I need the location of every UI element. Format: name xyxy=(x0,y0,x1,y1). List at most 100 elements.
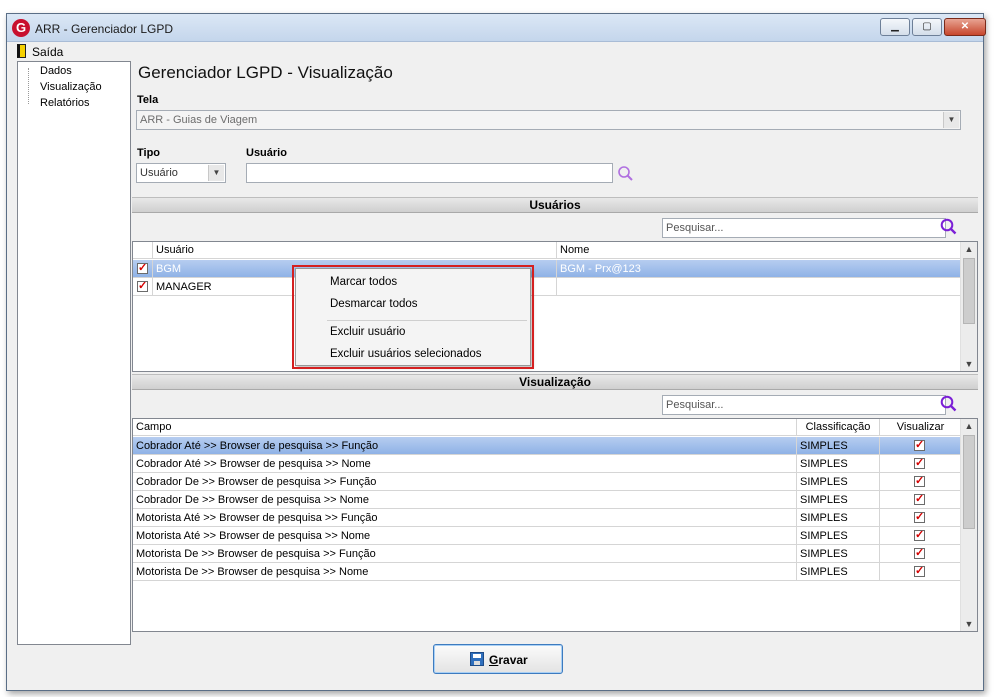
scroll-thumb[interactable] xyxy=(963,258,975,324)
chevron-down-icon[interactable]: ▼ xyxy=(208,165,224,181)
view-grid-scrollbar[interactable]: ▲ ▼ xyxy=(960,419,977,631)
users-grid-scrollbar[interactable]: ▲ ▼ xyxy=(960,242,977,371)
menu-item-excluir-selecionados[interactable]: Excluir usuários selecionados xyxy=(330,348,482,360)
tipo-select[interactable]: Usuário ▼ xyxy=(136,163,226,183)
search-icon[interactable] xyxy=(940,395,958,413)
cell-nome xyxy=(557,278,962,296)
cell-visualizar[interactable] xyxy=(880,491,962,509)
exit-menu-item[interactable]: Saída xyxy=(32,45,63,59)
maximize-button[interactable]: ▢ xyxy=(912,18,942,36)
tela-value: ARR - Guias de Viagem xyxy=(140,114,258,126)
checkbox-checked-icon[interactable] xyxy=(137,261,148,274)
view-section-header: Visualização xyxy=(132,374,978,390)
usuario-label: Usuário xyxy=(246,147,287,159)
table-row[interactable]: Cobrador De >> Browser de pesquisa >> Fu… xyxy=(133,473,962,491)
close-button[interactable]: ✕ xyxy=(944,18,986,36)
table-row[interactable]: Motorista De >> Browser de pesquisa >> F… xyxy=(133,545,962,563)
checkbox-checked-icon[interactable] xyxy=(914,546,925,559)
app-logo-icon: G xyxy=(12,19,30,37)
table-row[interactable]: Motorista De >> Browser de pesquisa >> N… xyxy=(133,563,962,581)
checkbox-checked-icon[interactable] xyxy=(914,528,925,541)
navigation-tree: Dados Visualização Relatórios xyxy=(17,61,131,645)
tree-item-relatorios[interactable]: Relatórios xyxy=(40,97,90,109)
table-row[interactable]: Motorista Até >> Browser de pesquisa >> … xyxy=(133,527,962,545)
save-button[interactable]: Gravar xyxy=(433,644,563,674)
view-search-input[interactable]: Pesquisar... xyxy=(662,395,946,415)
checkbox-checked-icon[interactable] xyxy=(914,492,925,505)
tipo-label: Tipo xyxy=(137,147,161,159)
cell-campo: Motorista De >> Browser de pesquisa >> N… xyxy=(133,563,797,581)
usuario-input[interactable] xyxy=(246,163,613,183)
tipo-value: Usuário xyxy=(140,167,178,179)
cell-classificacao: SIMPLES xyxy=(797,545,880,563)
cell-classificacao: SIMPLES xyxy=(797,527,880,545)
cell-visualizar[interactable] xyxy=(880,509,962,527)
cell-campo: Cobrador De >> Browser de pesquisa >> No… xyxy=(133,491,797,509)
cell-classificacao: SIMPLES xyxy=(797,509,880,527)
column-header-visualizar[interactable]: Visualizar xyxy=(880,419,962,436)
cell-classificacao: SIMPLES xyxy=(797,455,880,473)
floppy-disk-icon xyxy=(470,652,484,666)
checkbox-checked-icon[interactable] xyxy=(914,456,925,469)
cell-classificacao: SIMPLES xyxy=(797,473,880,491)
checkbox-checked-icon[interactable] xyxy=(914,438,925,451)
users-search-placeholder: Pesquisar... xyxy=(666,222,724,234)
cell-campo: Cobrador De >> Browser de pesquisa >> Fu… xyxy=(133,473,797,491)
users-search-input[interactable]: Pesquisar... xyxy=(662,218,946,238)
menu-item-desmarcar-todos[interactable]: Desmarcar todos xyxy=(330,298,418,310)
menu-separator xyxy=(327,320,527,321)
chevron-down-icon[interactable]: ▼ xyxy=(943,112,959,128)
column-header-campo[interactable]: Campo xyxy=(133,419,797,436)
column-header-usuario[interactable]: Usuário xyxy=(153,242,557,259)
search-icon[interactable] xyxy=(617,165,635,183)
title-bar[interactable]: G ARR - Gerenciador LGPD ▁ ▢ ✕ xyxy=(7,14,986,42)
cell-visualizar[interactable] xyxy=(880,545,962,563)
row-checkbox-cell[interactable] xyxy=(133,260,153,278)
cell-campo: Motorista Até >> Browser de pesquisa >> … xyxy=(133,527,797,545)
menu-item-excluir-usuario[interactable]: Excluir usuário xyxy=(330,326,405,338)
tela-select[interactable]: ARR - Guias de Viagem ▼ xyxy=(136,110,961,130)
window-title: ARR - Gerenciador LGPD xyxy=(35,22,174,36)
table-row[interactable]: Cobrador De >> Browser de pesquisa >> No… xyxy=(133,491,962,509)
cell-campo: Cobrador Até >> Browser de pesquisa >> N… xyxy=(133,455,797,473)
scroll-up-icon[interactable]: ▲ xyxy=(961,242,977,256)
main-window: G ARR - Gerenciador LGPD ▁ ▢ ✕ Saída Dad… xyxy=(6,13,986,691)
row-checkbox-cell[interactable] xyxy=(133,278,153,296)
tree-item-visualizacao[interactable]: Visualização xyxy=(40,81,102,93)
scroll-thumb[interactable] xyxy=(963,435,975,529)
door-exit-icon[interactable] xyxy=(17,44,26,58)
menu-item-marcar-todos[interactable]: Marcar todos xyxy=(330,276,397,288)
table-row[interactable]: MANAGER xyxy=(133,278,962,296)
cell-visualizar[interactable] xyxy=(880,437,962,455)
cell-visualizar[interactable] xyxy=(880,473,962,491)
users-grid[interactable]: Usuário Nome BGM BGM - Prx@123 MANAGER ▲… xyxy=(132,241,978,372)
cell-classificacao: SIMPLES xyxy=(797,437,880,455)
scroll-down-icon[interactable]: ▼ xyxy=(961,357,977,371)
cell-visualizar[interactable] xyxy=(880,455,962,473)
cell-classificacao: SIMPLES xyxy=(797,491,880,509)
table-row[interactable]: Cobrador Até >> Browser de pesquisa >> F… xyxy=(133,437,962,455)
checkbox-checked-icon[interactable] xyxy=(914,564,925,577)
context-menu: Marcar todos Desmarcar todos Excluir usu… xyxy=(292,265,534,369)
checkbox-checked-icon[interactable] xyxy=(914,510,925,523)
cell-visualizar[interactable] xyxy=(880,527,962,545)
checkbox-checked-icon[interactable] xyxy=(914,474,925,487)
column-header-classificacao[interactable]: Classificação xyxy=(797,419,880,436)
scroll-up-icon[interactable]: ▲ xyxy=(961,419,977,433)
cell-campo: Cobrador Até >> Browser de pesquisa >> F… xyxy=(133,437,797,455)
search-icon[interactable] xyxy=(940,218,958,236)
menu-bar: Saída xyxy=(7,42,983,60)
scroll-down-icon[interactable]: ▼ xyxy=(961,617,977,631)
checkbox-column-header xyxy=(133,242,153,259)
table-row[interactable]: Motorista Até >> Browser de pesquisa >> … xyxy=(133,509,962,527)
cell-visualizar[interactable] xyxy=(880,563,962,581)
tela-label: Tela xyxy=(137,94,159,106)
column-header-nome[interactable]: Nome xyxy=(557,242,962,259)
table-row[interactable]: Cobrador Até >> Browser de pesquisa >> N… xyxy=(133,455,962,473)
view-grid[interactable]: Campo Classificação Visualizar Cobrador … xyxy=(132,418,978,632)
tree-item-dados[interactable]: Dados xyxy=(40,65,72,77)
checkbox-checked-icon[interactable] xyxy=(137,279,148,292)
table-row[interactable]: BGM BGM - Prx@123 xyxy=(133,260,962,278)
minimize-button[interactable]: ▁ xyxy=(880,18,910,36)
view-search-placeholder: Pesquisar... xyxy=(666,399,724,411)
